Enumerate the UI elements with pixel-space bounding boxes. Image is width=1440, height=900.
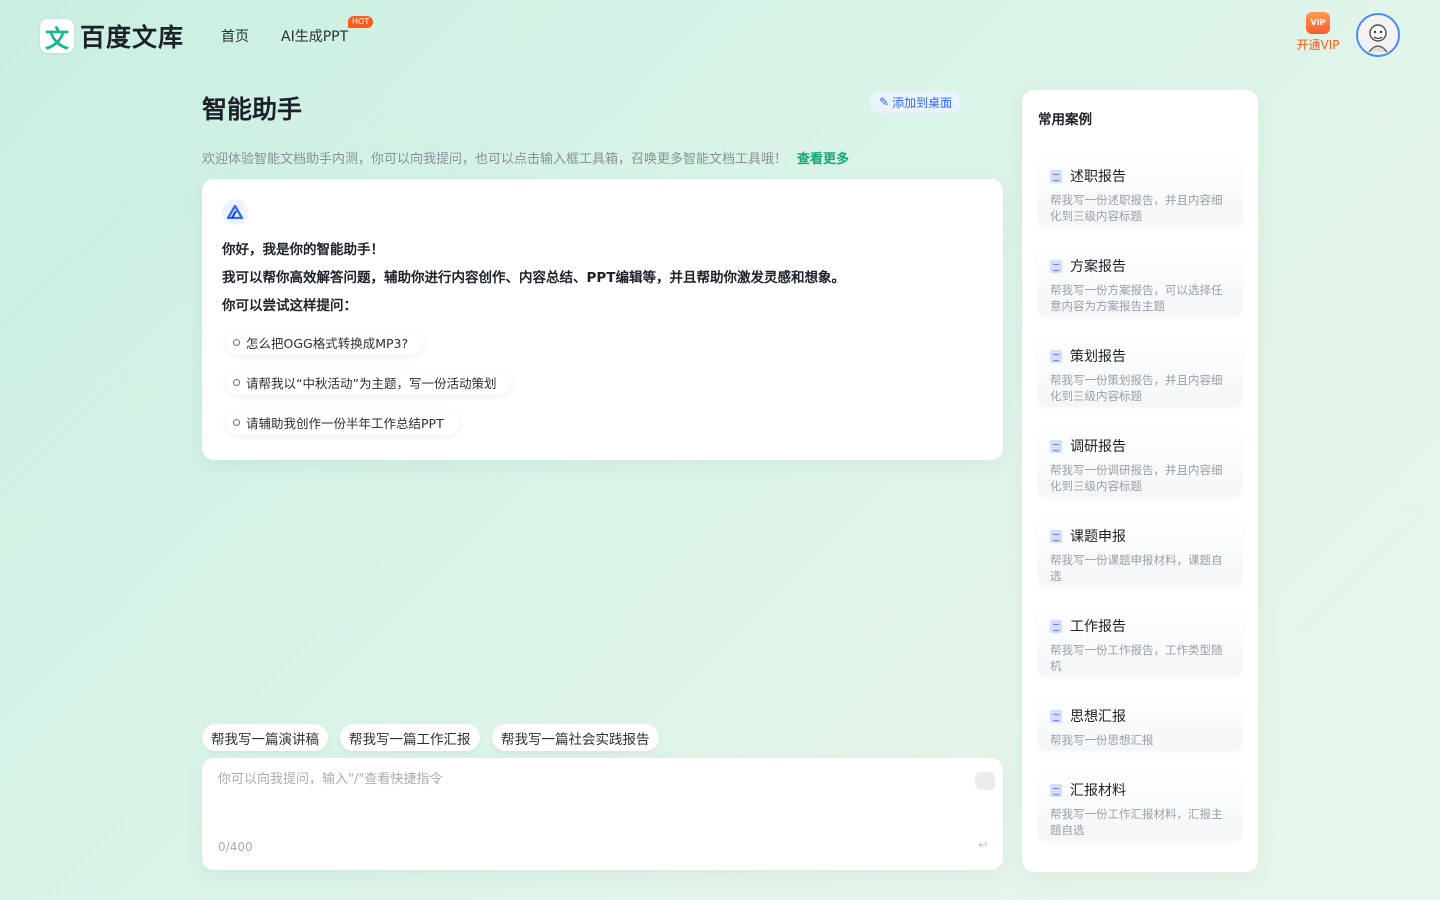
case-description: 帮我写一份方案报告，可以选择任意内容为方案报告主题 <box>1050 283 1223 313</box>
suggested-question[interactable]: 请帮我以“中秋活动”为主题，写一份活动策划 <box>226 369 513 395</box>
nav-ai-ppt-label: AI生成PPT <box>281 29 349 45</box>
intro-text: 欢迎体验智能文档助手内测，你可以向我提问，也可以点击输入框工具箱，召唤更多智能文… <box>202 148 849 167</box>
pin-icon: ✎ <box>879 95 890 109</box>
case-card-keti[interactable]: 课题申报 帮我写一份课题申报材料，课题自选 <box>1038 516 1242 586</box>
quick-prompt-chip[interactable]: 帮我写一篇演讲稿 <box>202 724 328 751</box>
common-cases-panel: 常用案例 述职报告 帮我写一份述职报告，并且内容细化到三级内容标题 方案报告 帮… <box>1022 90 1258 872</box>
capability-line: 我可以帮你高效解答问题，辅助你进行内容创作、内容总结、PPT编辑等，并且帮助你激… <box>222 270 845 286</box>
avatar-illustration-icon <box>1368 24 1388 52</box>
user-avatar[interactable] <box>1356 13 1400 57</box>
case-description: 帮我写一份述职报告，并且内容细化到三级内容标题 <box>1050 193 1223 223</box>
add-to-desktop-button[interactable]: ✎ 添加到桌面 <box>870 91 962 113</box>
chat-input[interactable] <box>218 768 958 828</box>
see-more-link[interactable]: 查看更多 <box>797 152 849 167</box>
hot-badge: HOT <box>348 16 374 28</box>
case-name: 汇报材料 <box>1070 783 1126 799</box>
case-card-gongzuo[interactable]: 工作报告 帮我写一份工作报告，工作类型随机 <box>1038 606 1242 676</box>
assistant-message-card: 你好，我是你的智能助手！ 我可以帮你高效解答问题，辅助你进行内容创作、内容总结、… <box>202 179 1003 460</box>
document-icon <box>1050 709 1062 723</box>
greeting-line: 你好，我是你的智能助手！ <box>222 242 384 258</box>
try-asking-line: 你可以尝试这样提问： <box>222 298 357 314</box>
suggested-question[interactable]: 怎么把OGG格式转换成MP3? <box>226 329 425 355</box>
baidu-wenku-logo[interactable]: 文 百度文库 <box>40 18 184 54</box>
case-name: 调研报告 <box>1070 439 1126 455</box>
case-description: 帮我写一份工作汇报材料，汇报主题自选 <box>1050 807 1223 837</box>
send-icon[interactable]: ↵ <box>978 838 989 853</box>
document-icon <box>1050 619 1062 633</box>
case-card-huibao[interactable]: 汇报材料 帮我写一份工作汇报材料，汇报主题自选 <box>1038 770 1242 840</box>
document-icon <box>1050 529 1062 543</box>
document-icon <box>1050 439 1062 453</box>
quick-prompt-chip[interactable]: 帮我写一篇工作汇报 <box>340 724 480 751</box>
case-name: 课题申报 <box>1070 529 1126 545</box>
case-card-sixiang[interactable]: 思想汇报 帮我写一份思想汇报 <box>1038 696 1242 750</box>
case-description: 帮我写一份工作报告，工作类型随机 <box>1050 643 1223 673</box>
nav-ai-ppt[interactable]: AI生成PPT HOT <box>281 16 374 46</box>
case-description: 帮我写一份策划报告，并且内容细化到三级内容标题 <box>1050 373 1223 403</box>
document-icon <box>1050 349 1062 363</box>
case-name: 思想汇报 <box>1070 709 1126 725</box>
case-description: 帮我写一份思想汇报 <box>1050 733 1154 747</box>
wenku-logo-icon: 文 <box>40 19 74 53</box>
main-nav: 首页 AI生成PPT HOT <box>221 16 374 46</box>
case-name: 方案报告 <box>1070 259 1126 275</box>
page-title: 智能助手 <box>202 95 303 124</box>
case-card-shuzhi[interactable]: 述职报告 帮我写一份述职报告，并且内容细化到三级内容标题 <box>1038 156 1242 226</box>
common-cases-title: 常用案例 <box>1038 112 1092 128</box>
intro-message: 欢迎体验智能文档助手内测，你可以向我提问，也可以点击输入框工具箱，召唤更多智能文… <box>202 152 788 167</box>
case-name: 述职报告 <box>1070 169 1126 185</box>
case-card-diaoyan[interactable]: 调研报告 帮我写一份调研报告，并且内容细化到三级内容标题 <box>1038 426 1242 496</box>
chat-input-box: 0/400 ↵ <box>202 758 1003 870</box>
case-name: 工作报告 <box>1070 619 1126 635</box>
document-icon <box>1050 169 1062 183</box>
case-card-fangan[interactable]: 方案报告 帮我写一份方案报告，可以选择任意内容为方案报告主题 <box>1038 246 1242 316</box>
suggested-question[interactable]: 请辅助我创作一份半年工作总结PPT <box>226 409 460 435</box>
logo-text: 百度文库 <box>80 23 185 52</box>
top-header: 文 百度文库 首页 AI生成PPT HOT VIP 开通VIP <box>0 0 1440 70</box>
case-description: 帮我写一份课题申报材料，课题自选 <box>1050 553 1223 583</box>
nav-home[interactable]: 首页 <box>221 26 249 46</box>
case-description: 帮我写一份调研报告，并且内容细化到三级内容标题 <box>1050 463 1223 493</box>
quick-prompt-chip[interactable]: 帮我写一篇社会实践报告 <box>492 724 659 751</box>
toolbox-icon[interactable] <box>975 772 995 790</box>
case-name: 策划报告 <box>1070 349 1126 365</box>
open-vip-button[interactable]: VIP 开通VIP <box>1296 12 1340 53</box>
document-icon <box>1050 783 1062 797</box>
vip-gift-icon: VIP <box>1306 12 1330 34</box>
vip-label: 开通VIP <box>1296 38 1340 52</box>
document-icon <box>1050 259 1062 273</box>
case-card-cehua[interactable]: 策划报告 帮我写一份策划报告，并且内容细化到三级内容标题 <box>1038 336 1242 406</box>
add-to-desktop-label: 添加到桌面 <box>892 95 953 110</box>
char-counter: 0/400 <box>218 840 253 854</box>
assistant-logo-icon <box>222 199 248 225</box>
